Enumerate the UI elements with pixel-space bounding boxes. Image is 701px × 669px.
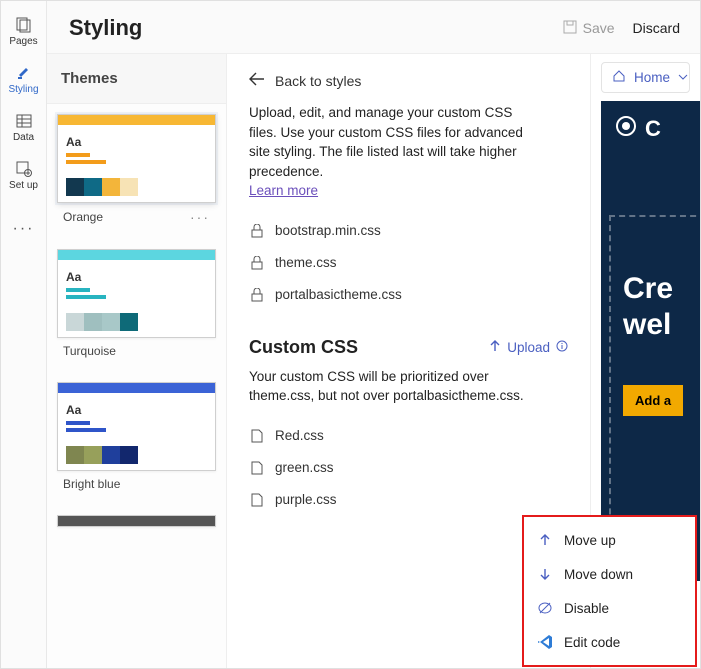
data-icon [15,112,33,130]
logo-icon [615,115,637,143]
theme-more-button[interactable]: ··· [190,209,210,225]
arrow-left-icon [249,72,265,89]
themes-heading: Themes [47,54,226,104]
custom-file-list: Red.css green.css purple.css [227,406,590,516]
context-menu: Move up Move down Disable Edit code [522,515,697,667]
nav-item-pages[interactable]: Pages [1,7,47,55]
theme-preview-aa: Aa [66,135,207,149]
css-file-icon [249,492,265,508]
nav-label: Data [13,132,34,143]
theme-card-orange[interactable]: Aa [57,114,216,203]
arrow-up-icon [536,531,554,549]
preview-cta-button: Add a [623,385,683,416]
theme-name: Turquoise [63,344,116,358]
locked-file-row[interactable]: theme.css [249,247,568,279]
locked-file-row[interactable]: portalbasictheme.css [249,279,568,311]
ctx-move-up[interactable]: Move up [524,523,695,557]
lock-icon [249,287,265,303]
lock-icon [249,223,265,239]
styles-description: Upload, edit, and manage your custom CSS… [227,89,547,201]
upload-button[interactable]: Upload [489,339,568,356]
theme-preview-aa: Aa [66,270,207,284]
learn-more-link[interactable]: Learn more [249,183,318,198]
top-header: Styling Save Discard [47,1,700,54]
theme-card-partial[interactable] [57,515,216,527]
ctx-disable[interactable]: Disable [524,591,695,625]
save-icon [563,20,577,37]
css-file-icon [249,460,265,476]
locked-file-list: bootstrap.min.css theme.css portalbasict… [227,201,590,311]
upload-icon [489,339,501,356]
site-preview: C Cre wel Add a [601,101,700,581]
ctx-move-down[interactable]: Move down [524,557,695,591]
vscode-icon [536,633,554,651]
custom-file-row[interactable]: green.css [249,452,568,484]
page-title: Styling [69,15,142,41]
arrow-down-icon [536,565,554,583]
nav-item-data[interactable]: Data [1,103,47,151]
home-icon [612,69,626,86]
theme-card-bright-blue[interactable]: Aa [57,382,216,471]
nav-more[interactable]: ··· [1,205,47,253]
locked-file-row[interactable]: bootstrap.min.css [249,215,568,247]
theme-name: Bright blue [63,477,120,491]
preview-hero-text: Cre wel [623,271,673,343]
custom-css-note: Your custom CSS will be prioritized over… [227,362,547,406]
custom-file-row[interactable]: purple.css [249,484,568,516]
back-to-styles[interactable]: Back to styles [227,54,590,89]
discard-button[interactable]: Discard [633,20,680,36]
custom-css-heading: Custom CSS [249,337,358,358]
nav-label: Pages [9,36,37,47]
theme-preview-aa: Aa [66,403,207,417]
nav-label: Styling [8,84,38,95]
nav-item-setup[interactable]: Set up [1,151,47,199]
disable-icon [536,599,554,617]
chevron-down-icon [678,70,688,85]
css-file-icon [249,428,265,444]
nav-label: Set up [9,180,38,191]
setup-icon [15,160,33,178]
themes-panel: Themes Aa [47,54,227,668]
ctx-edit-code[interactable]: Edit code [524,625,695,659]
nav-rail: Pages Styling Data Set up ··· [1,1,47,668]
save-button[interactable]: Save [563,20,615,37]
lock-icon [249,255,265,271]
theme-name: Orange [63,210,103,224]
nav-item-styling[interactable]: Styling [1,55,47,103]
home-dropdown[interactable]: Home [601,62,690,93]
brush-icon [15,64,33,82]
custom-file-row[interactable]: Red.css [249,420,568,452]
pages-icon [15,16,33,34]
theme-card-turquoise[interactable]: Aa [57,249,216,338]
info-icon [556,340,568,355]
